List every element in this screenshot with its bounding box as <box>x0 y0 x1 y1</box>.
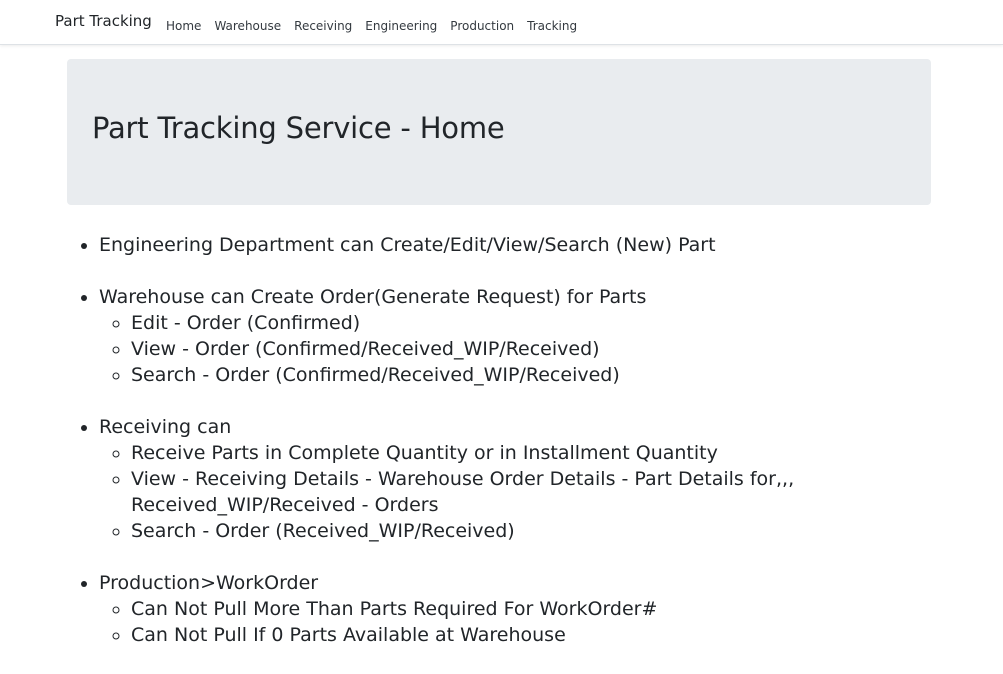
navbar-brand[interactable]: Part Tracking <box>55 12 152 30</box>
feature-receiving-sublist: Receive Parts in Complete Quantity or in… <box>99 440 931 544</box>
list-item: Receive Parts in Complete Quantity or in… <box>131 440 931 466</box>
nav-link-receiving[interactable]: Receiving <box>294 19 352 33</box>
list-item: View - Receiving Details - Warehouse Ord… <box>131 466 931 518</box>
nav-link-engineering[interactable]: Engineering <box>365 19 437 33</box>
list-item: Can Not Pull If 0 Parts Available at War… <box>131 622 931 648</box>
feature-production-sublist: Can Not Pull More Than Parts Required Fo… <box>99 596 931 648</box>
list-item: Search - Order (Confirmed/Received_WIP/R… <box>131 362 931 388</box>
feature-warehouse-text: Warehouse can Create Order(Generate Requ… <box>99 286 647 308</box>
nav-link-production[interactable]: Production <box>450 19 514 33</box>
feature-receiving: Receiving can Receive Parts in Complete … <box>99 414 931 544</box>
feature-receiving-text: Receiving can <box>99 416 232 438</box>
jumbotron: Part Tracking Service - Home <box>67 59 931 205</box>
list-item: Edit - Order (Confirmed) <box>131 310 931 336</box>
feature-engineering-text: Engineering Department can Create/Edit/V… <box>99 234 716 256</box>
top-navbar: Part Tracking Home Warehouse Receiving E… <box>0 0 1003 45</box>
feature-warehouse-sublist: Edit - Order (Confirmed) View - Order (C… <box>99 310 931 388</box>
nav-link-warehouse[interactable]: Warehouse <box>214 19 281 33</box>
feature-production: Production>WorkOrder Can Not Pull More T… <box>99 570 931 648</box>
feature-warehouse: Warehouse can Create Order(Generate Requ… <box>99 284 931 388</box>
feature-list: Engineering Department can Create/Edit/V… <box>67 232 931 648</box>
nav-link-tracking[interactable]: Tracking <box>527 19 577 33</box>
feature-production-text: Production>WorkOrder <box>99 572 319 594</box>
nav-link-home[interactable]: Home <box>166 19 201 33</box>
page-title: Part Tracking Service - Home <box>92 111 505 145</box>
list-item: Search - Order (Received_WIP/Received) <box>131 518 931 544</box>
list-item: View - Order (Confirmed/Received_WIP/Rec… <box>131 336 931 362</box>
main-content: Engineering Department can Create/Edit/V… <box>67 232 931 674</box>
nav-links: Home Warehouse Receiving Engineering Pro… <box>166 15 590 34</box>
feature-engineering: Engineering Department can Create/Edit/V… <box>99 232 931 258</box>
list-item: Can Not Pull More Than Parts Required Fo… <box>131 596 931 622</box>
